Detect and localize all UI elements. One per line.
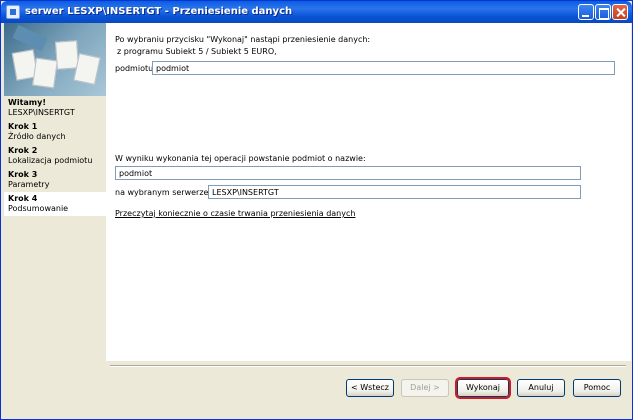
app-icon: [6, 5, 20, 19]
wizard-banner-image: [4, 23, 106, 96]
step-title: Krok 3: [8, 170, 38, 179]
step-desc: Lokalizacja podmiotu: [8, 156, 93, 165]
close-button[interactable]: [612, 4, 628, 20]
step-title: Witamy!: [8, 98, 46, 107]
title-bar[interactable]: serwer LESXP\INSERTGT - Przeniesienie da…: [1, 1, 632, 23]
minimize-button[interactable]: [578, 4, 594, 20]
wizard-sidebar: Witamy! LESXP\INSERTGT Krok 1 Źródło dan…: [4, 23, 106, 418]
maximize-button[interactable]: [595, 4, 611, 20]
step-2: Krok 2 Lokalizacja podmiotu: [4, 144, 106, 168]
result-text: W wyniku wykonania tej operacji powstani…: [115, 154, 366, 163]
step-1: Krok 1 Źródło danych: [4, 120, 106, 144]
wizard-window: serwer LESXP\INSERTGT - Przeniesienie da…: [0, 0, 633, 420]
help-button[interactable]: Pomoc: [573, 379, 621, 397]
step-desc: Źródło danych: [8, 132, 66, 141]
step-title: Krok 1: [8, 122, 38, 131]
step-title: Krok 4: [8, 194, 38, 203]
button-separator: [110, 365, 626, 367]
source-program-text: z programu Subiekt 5 / Subiekt 5 EURO,: [117, 47, 277, 56]
window-title: serwer LESXP\INSERTGT - Przeniesienie da…: [25, 6, 293, 17]
step-welcome: Witamy! LESXP\INSERTGT: [4, 96, 106, 120]
server-label: na wybranym serwerze:: [115, 188, 212, 197]
step-desc: Podsumowanie: [8, 204, 69, 213]
step-title: Krok 2: [8, 146, 38, 155]
wizard-steps-list: Witamy! LESXP\INSERTGT Krok 1 Źródło dan…: [4, 96, 106, 216]
back-button[interactable]: < Wstecz: [346, 379, 394, 397]
step-4-active: Krok 4 Podsumowanie: [4, 192, 106, 216]
subject-field[interactable]: podmiot: [152, 61, 615, 75]
summary-panel: Po wybraniu przycisku "Wykonaj" nastąpi …: [106, 23, 631, 361]
intro-text: Po wybraniu przycisku "Wykonaj" nastąpi …: [115, 35, 371, 44]
execute-button[interactable]: Wykonaj: [455, 377, 511, 399]
subject-label: podmiotu:: [115, 64, 156, 73]
duration-info-link[interactable]: Przeczytaj koniecznie o czasie trwania p…: [115, 209, 355, 218]
server-field[interactable]: LESXP\INSERTGT: [208, 185, 581, 199]
cancel-button[interactable]: Anuluj: [517, 379, 565, 397]
step-3: Krok 3 Parametry: [4, 168, 106, 192]
next-button[interactable]: Dalej >: [401, 379, 449, 397]
step-desc: LESXP\INSERTGT: [8, 108, 75, 117]
step-desc: Parametry: [8, 180, 50, 189]
new-subject-name-field[interactable]: podmiot: [115, 166, 581, 180]
